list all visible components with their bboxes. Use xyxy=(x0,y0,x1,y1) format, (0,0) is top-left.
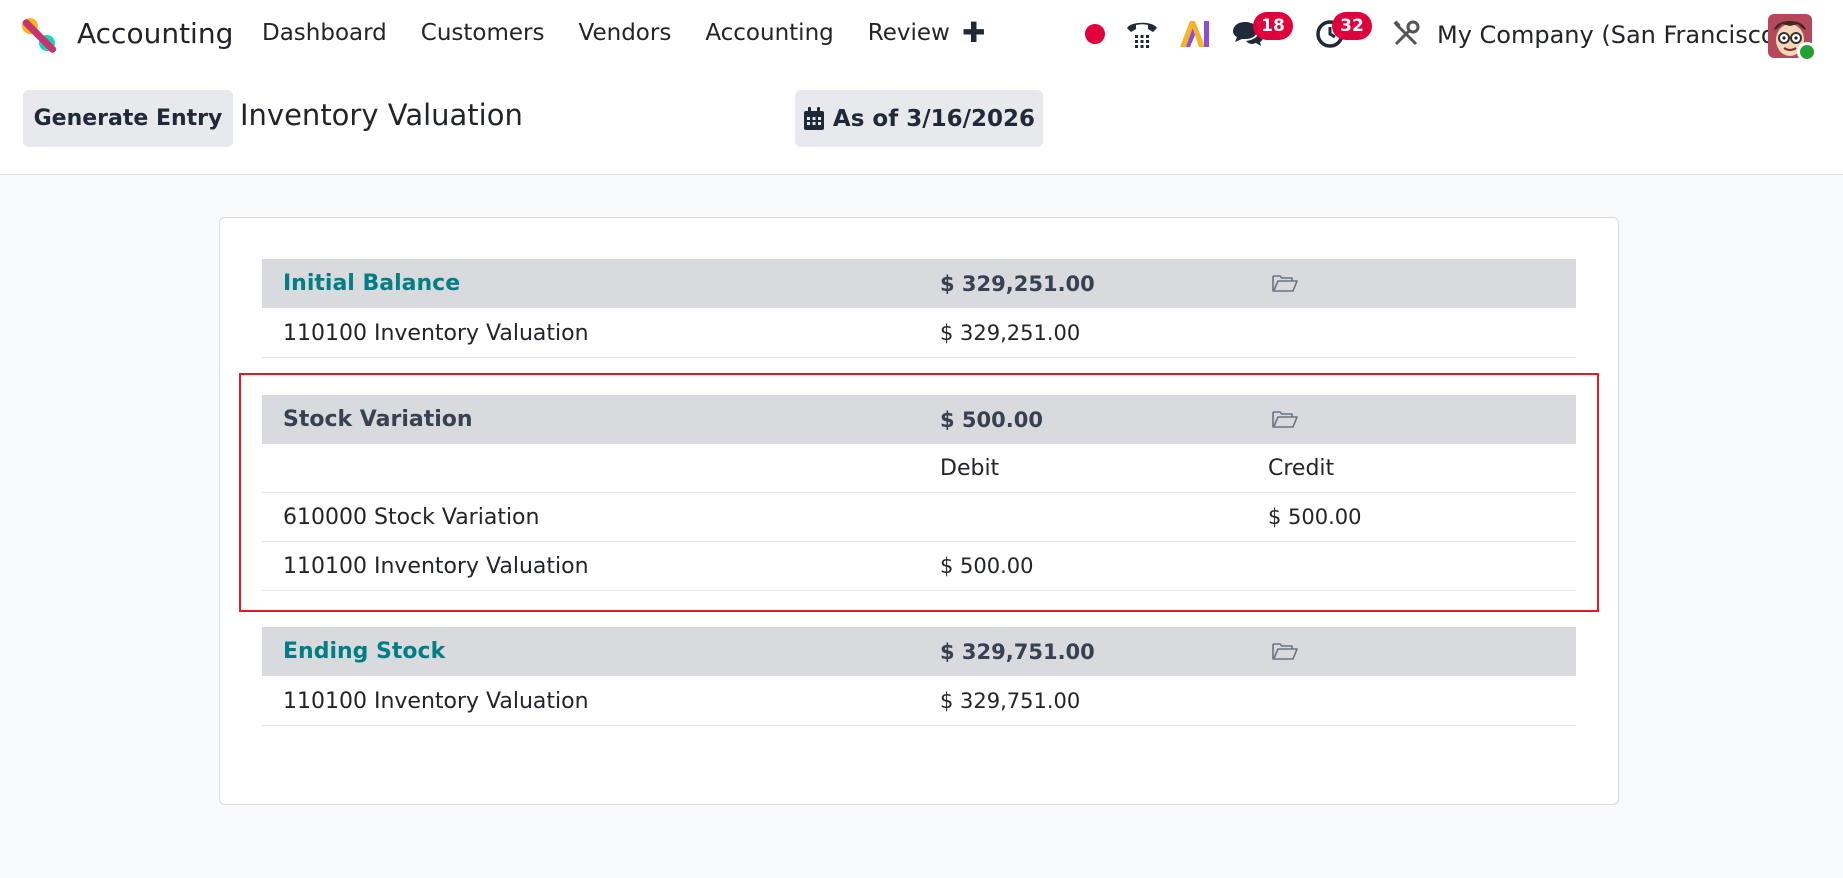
stock-variation-line-2: 110100 Inventory Valuation $ 500.00 xyxy=(262,542,1576,591)
date-filter-label: As of 3/16/2026 xyxy=(832,105,1036,132)
phone-icon[interactable] xyxy=(1122,14,1162,54)
credit-header: Credit xyxy=(1268,455,1335,481)
debit-amount: $ 500.00 xyxy=(940,554,1034,578)
page-title: Inventory Valuation xyxy=(240,98,523,132)
account-name: 110100 Inventory Valuation xyxy=(283,553,589,579)
stock-variation-label: Stock Variation xyxy=(283,407,473,432)
stock-variation-amount: $ 500.00 xyxy=(940,407,1043,432)
menu-customers[interactable]: Customers xyxy=(421,20,545,46)
record-icon[interactable] xyxy=(1084,14,1106,54)
company-switcher[interactable]: My Company (San Francisco) xyxy=(1437,21,1785,49)
date-filter-button[interactable]: As of 3/16/2026 xyxy=(795,90,1043,147)
stock-variation-row: Stock Variation $ 500.00 xyxy=(262,395,1576,444)
initial-balance-line: 110100 Inventory Valuation $ 329,251.00 xyxy=(262,309,1576,358)
initial-balance-label[interactable]: Initial Balance xyxy=(283,271,460,296)
debug-tools-icon[interactable] xyxy=(1388,14,1424,54)
menu-accounting[interactable]: Accounting xyxy=(705,20,833,46)
ending-stock-line: 110100 Inventory Valuation $ 329,751.00 xyxy=(262,677,1576,726)
folder-open-icon[interactable] xyxy=(1272,273,1298,293)
messages-count-badge: 18 xyxy=(1253,12,1293,40)
credit-amount: $ 500.00 xyxy=(1268,505,1362,529)
debit-credit-header-row: Debit Credit xyxy=(262,444,1576,493)
calendar-icon xyxy=(803,106,824,130)
debit-header: Debit xyxy=(940,455,1000,481)
initial-balance-amount: $ 329,251.00 xyxy=(940,271,1095,296)
control-panel: Generate Entry Inventory Valuation As of… xyxy=(0,71,1843,175)
generate-entry-button[interactable]: Generate Entry xyxy=(23,90,233,147)
ending-stock-row: Ending Stock $ 329,751.00 xyxy=(262,627,1576,676)
stock-variation-line-1: 610000 Stock Variation $ 500.00 xyxy=(262,493,1576,542)
app-name[interactable]: Accounting xyxy=(77,17,233,50)
top-navbar: Accounting Dashboard Customers Vendors A… xyxy=(0,0,1843,71)
account-amount: $ 329,251.00 xyxy=(940,321,1081,345)
account-name: 610000 Stock Variation xyxy=(283,504,540,530)
activities-count-badge: 32 xyxy=(1332,12,1372,40)
online-status-indicator xyxy=(1797,42,1817,62)
ai-icon[interactable] xyxy=(1176,14,1212,54)
ending-stock-amount: $ 329,751.00 xyxy=(940,639,1095,664)
account-amount: $ 329,751.00 xyxy=(940,689,1081,713)
folder-open-icon[interactable] xyxy=(1272,409,1298,429)
main-menu: Dashboard Customers Vendors Accounting R… xyxy=(262,20,984,46)
initial-balance-row: Initial Balance $ 329,251.00 xyxy=(262,259,1576,308)
ending-stock-label[interactable]: Ending Stock xyxy=(283,639,445,664)
menu-review[interactable]: Review xyxy=(868,20,950,46)
account-name: 110100 Inventory Valuation xyxy=(283,688,589,714)
folder-open-icon[interactable] xyxy=(1272,641,1298,661)
menu-dashboard[interactable]: Dashboard xyxy=(262,20,387,46)
accounting-app-icon[interactable] xyxy=(20,16,58,54)
account-name: 110100 Inventory Valuation xyxy=(283,320,589,346)
plus-menu-button[interactable]: ✚ xyxy=(962,16,985,49)
menu-vendors[interactable]: Vendors xyxy=(579,20,672,46)
